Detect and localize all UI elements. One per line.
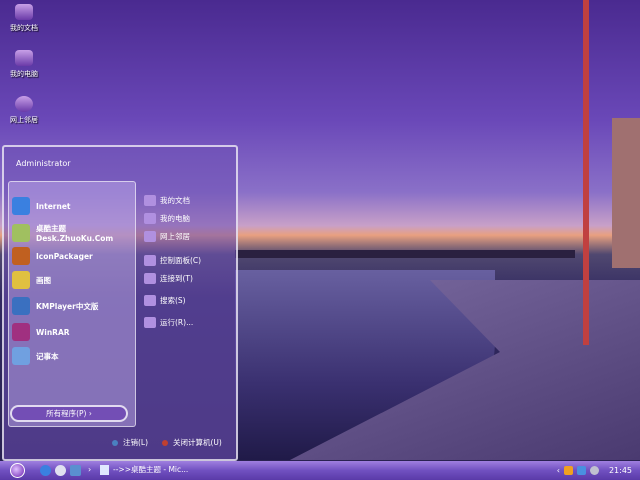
pinned-label: KMPlayer中文版 <box>36 301 99 311</box>
kmplayer-icon <box>12 297 30 315</box>
desktop-icon-my-documents[interactable]: 我的文档 <box>4 4 44 33</box>
volume-icon[interactable] <box>589 466 599 475</box>
shutdown-icon <box>162 439 168 446</box>
place-label: 我的文档 <box>160 196 190 205</box>
shutdown-label: 关闭计算机(U) <box>173 438 222 447</box>
pinned-item[interactable]: KMPlayer中文版 <box>12 297 98 315</box>
all-programs-label: 所有程序(P) <box>46 409 87 418</box>
internet-explorer-icon <box>12 197 30 215</box>
pinned-label: Internet <box>36 201 71 211</box>
place-label: 控制面板(C) <box>160 256 202 265</box>
place-item[interactable]: 我的文档 <box>144 195 190 206</box>
qq-icon[interactable] <box>563 466 573 475</box>
pinned-text: 记事本 <box>36 351 59 362</box>
place-item[interactable]: 网上邻居 <box>144 231 190 242</box>
place-label: 运行(R)... <box>160 318 194 327</box>
pinned-label: 桌酷主题 <box>36 224 66 233</box>
pinned-sublabel: Desk.ZhuoKu.Com <box>36 234 114 243</box>
logoff-button[interactable]: 注销(L) <box>112 437 148 448</box>
start-menu: Administrator Internet 桌酷主题 Desk.ZhuoKu.Co… <box>2 145 238 461</box>
pinned-label: IconPackager <box>36 251 93 261</box>
desktop-quicklaunch-icon[interactable] <box>70 465 81 476</box>
wallpaper-pole <box>583 0 589 345</box>
taskbar: › -->>桌酷主题 - Mic... ‹ 21:45 <box>0 461 640 480</box>
desktop-icon-my-computer[interactable]: 我的电脑 <box>4 50 44 79</box>
paint-icon <box>12 271 30 289</box>
place-label: 网上邻居 <box>160 232 190 241</box>
pinned-item[interactable]: 记事本 <box>12 347 59 365</box>
pinned-item[interactable]: IconPackager <box>12 247 93 265</box>
iconpackager-icon <box>12 247 30 265</box>
wallpaper-building <box>612 118 640 268</box>
my-documents-icon <box>144 195 156 206</box>
media-quicklaunch-icon[interactable] <box>55 465 66 476</box>
pinned-text: 桌酷主题 Desk.ZhuoKu.Com <box>36 223 113 243</box>
pinned-item[interactable]: Internet <box>12 197 71 215</box>
place-item[interactable]: 控制面板(C) <box>144 255 201 266</box>
place-item[interactable]: 连接到(T) <box>144 273 193 284</box>
pinned-text: WinRAR <box>36 328 70 337</box>
word-icon <box>100 464 109 475</box>
my-computer-icon <box>15 50 33 66</box>
place-item[interactable]: 运行(R)... <box>144 317 193 328</box>
notepad-icon <box>12 347 30 365</box>
icon-label: 网上邻居 <box>10 116 38 124</box>
pinned-item[interactable]: 画图 <box>12 271 51 289</box>
place-label: 我的电脑 <box>160 214 190 223</box>
my-documents-icon <box>15 4 33 20</box>
start-button[interactable] <box>10 463 25 478</box>
search-icon <box>144 295 156 306</box>
icon-label: 我的文档 <box>10 24 38 32</box>
pinned-label: 记事本 <box>36 351 59 361</box>
network-tray-icon[interactable] <box>576 466 586 475</box>
pinned-text: 画图 <box>36 275 51 286</box>
user-name: Administrator <box>16 159 71 168</box>
shutdown-button[interactable]: 关闭计算机(U) <box>162 437 222 448</box>
logoff-label: 注销(L) <box>123 438 149 447</box>
wallpaper-bridge <box>235 250 575 258</box>
place-item[interactable]: 我的电脑 <box>144 213 190 224</box>
network-icon <box>15 96 33 112</box>
tray-expand-button[interactable]: ‹ <box>557 466 560 475</box>
pinned-text: IconPackager <box>36 252 93 261</box>
pinned-item[interactable]: 桌酷主题 Desk.ZhuoKu.Com <box>12 223 113 243</box>
place-label: 连接到(T) <box>160 274 193 283</box>
control-panel-icon <box>144 255 156 266</box>
winrar-icon <box>12 323 30 341</box>
network-icon <box>144 231 156 242</box>
ie-quicklaunch-icon[interactable] <box>40 465 51 476</box>
place-label: 搜索(S) <box>160 296 186 305</box>
task-label: -->>桌酷主题 - Mic... <box>113 465 189 474</box>
pinned-text: KMPlayer中文版 <box>36 301 98 312</box>
my-computer-icon <box>144 213 156 224</box>
taskbar-task[interactable]: -->>桌酷主题 - Mic... <box>100 464 188 475</box>
desktop-icon-network[interactable]: 网上邻居 <box>4 96 44 125</box>
all-programs-button[interactable]: 所有程序(P) › <box>10 405 128 422</box>
run-icon <box>144 317 156 328</box>
pinned-item[interactable]: WinRAR <box>12 323 70 341</box>
icon-label: 我的电脑 <box>10 70 38 78</box>
connect-icon <box>144 273 156 284</box>
pinned-label: WinRAR <box>36 327 70 337</box>
quicklaunch-expand[interactable]: › <box>88 465 91 474</box>
clock[interactable]: 21:45 <box>609 466 632 475</box>
pinned-label: 画图 <box>36 275 51 285</box>
pinned-text: Internet <box>36 202 71 211</box>
place-item[interactable]: 搜索(S) <box>144 295 186 306</box>
zhuoku-icon <box>12 224 30 242</box>
system-tray: ‹ 21:45 <box>549 461 640 480</box>
logoff-icon <box>112 439 118 446</box>
